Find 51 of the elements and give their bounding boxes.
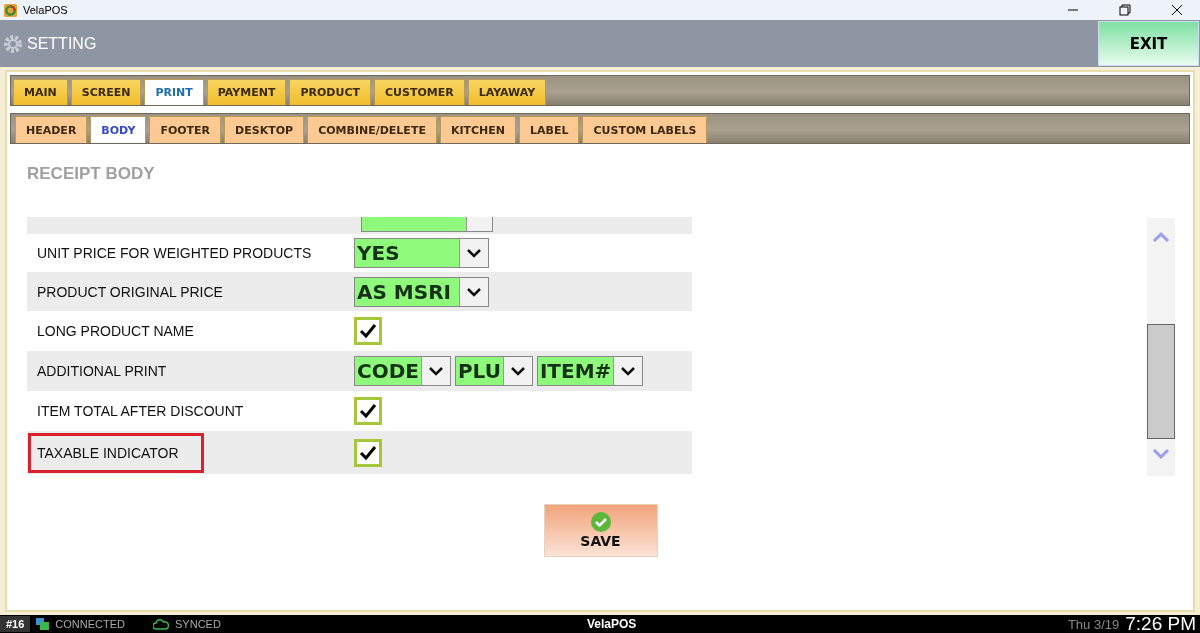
app-logo-icon xyxy=(4,3,17,17)
checkbox[interactable] xyxy=(354,396,382,425)
sub-tab[interactable]: KITCHEN xyxy=(439,116,517,143)
network-icon xyxy=(36,618,50,630)
tab[interactable]: PRODUCT xyxy=(289,79,371,105)
gear-icon xyxy=(3,33,23,54)
tab[interactable]: SCREEN xyxy=(70,79,142,105)
dropdown[interactable]: CODE xyxy=(354,355,451,386)
tab[interactable]: LAYAWAY xyxy=(467,79,547,105)
tab[interactable]: PRINT xyxy=(144,79,204,105)
exit-button[interactable]: EXIT xyxy=(1098,21,1199,66)
page-title: SETTING xyxy=(27,34,97,53)
setting-label: ADDITIONAL PRINT xyxy=(36,361,168,381)
sub-tab[interactable]: FOOTER xyxy=(149,116,222,143)
dropdown[interactable]: PLU xyxy=(454,355,533,386)
clock-time: 7:26 PM xyxy=(1125,613,1196,633)
checkbox[interactable] xyxy=(354,316,382,345)
check-icon xyxy=(359,321,377,340)
dropdown[interactable]: YES xyxy=(354,238,489,269)
tab[interactable]: CUSTOMER xyxy=(374,79,465,105)
check-icon xyxy=(359,443,377,462)
sub-tab[interactable]: HEADER xyxy=(15,116,88,143)
tab[interactable]: PAYMENT xyxy=(206,79,287,105)
sync-status: SYNCED xyxy=(175,618,221,630)
window-title: VelaPOS xyxy=(23,4,69,16)
scroll-thumb[interactable] xyxy=(1147,324,1175,439)
setting-label: UNIT PRICE FOR WEIGHTED PRODUCTS xyxy=(36,244,313,264)
check-icon xyxy=(359,401,377,420)
sub-tab[interactable]: BODY xyxy=(90,116,147,143)
cloud-icon xyxy=(153,618,170,630)
sub-tab[interactable]: DESKTOP xyxy=(224,116,305,143)
setting-label: PRODUCT ORIGINAL PRICE xyxy=(36,282,224,302)
section-title: RECEIPT BODY xyxy=(27,163,156,185)
setting-label: ITEM TOTAL AFTER DISCOUNT xyxy=(36,401,245,421)
sub-tab[interactable]: COMBINE/DELETE xyxy=(307,116,437,143)
setting-label: TAXABLE INDICATOR xyxy=(28,432,204,473)
setting-label: LONG PRODUCT NAME xyxy=(36,321,195,341)
dropdown[interactable]: ITEM# xyxy=(536,355,644,386)
checkbox[interactable] xyxy=(354,438,382,467)
check-circle-icon xyxy=(590,512,611,532)
save-button[interactable]: SAVE xyxy=(543,504,658,557)
brand-name: VelaPOS xyxy=(586,617,638,631)
tab[interactable]: MAIN xyxy=(13,79,68,105)
date: Thu 3/19 xyxy=(1067,616,1120,632)
partial-dropdown[interactable] xyxy=(361,217,493,232)
scrollbar[interactable] xyxy=(1147,218,1175,476)
sub-tab[interactable]: CUSTOM LABELS xyxy=(582,116,708,143)
dropdown[interactable]: AS MSRI xyxy=(354,276,489,307)
sub-tab[interactable]: LABEL xyxy=(519,116,580,143)
terminal-number: #16 xyxy=(0,616,31,632)
connection-status: CONNECTED xyxy=(55,618,126,630)
